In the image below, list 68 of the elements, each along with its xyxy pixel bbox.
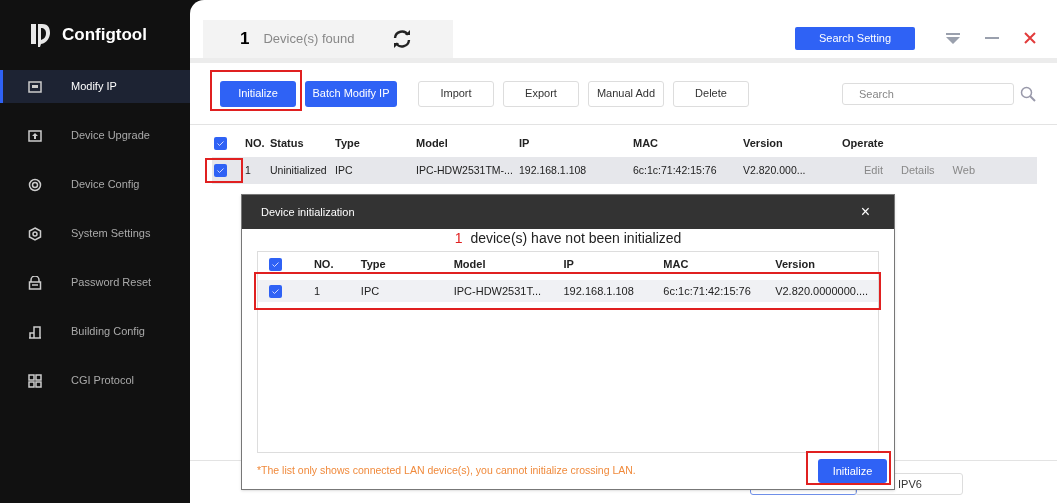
- target-icon: [28, 177, 42, 192]
- column-header: NO.: [313, 256, 335, 272]
- toolbar-button[interactable]: Manual Add: [588, 80, 664, 107]
- ip-icon: [28, 79, 42, 94]
- table-cell-text: IPC-HDW2531TM-...: [416, 162, 514, 178]
- column-header: MAC: [633, 135, 660, 151]
- column-header: Version: [743, 135, 784, 151]
- search-setting-button[interactable]: Search Setting: [795, 27, 915, 50]
- dialog-title: Device initialization: [261, 204, 355, 220]
- device-count: 1: [240, 28, 250, 51]
- table-cell-text: IPC-HDW2531T...: [453, 283, 543, 299]
- logo-icon: [30, 22, 50, 48]
- column-header: IP: [563, 256, 575, 272]
- column-header: Operate: [842, 135, 885, 151]
- column-header: NO.: [245, 135, 266, 151]
- table-row[interactable]: 1 IPC IPC-HDW2531T... 192.168.1.108 6c:1c:71:42:15:76 V2.820.0000000....: [258, 280, 878, 302]
- column-header: Model: [416, 135, 449, 151]
- table-cell-text: 192.168.1.108: [519, 162, 588, 178]
- search-field[interactable]: Search: [842, 82, 1014, 105]
- close-icon[interactable]: [1024, 32, 1036, 44]
- column-header: Status: [270, 135, 305, 151]
- checkbox[interactable]: [269, 284, 282, 298]
- table-cell-text: V2.820.0000000....: [775, 283, 870, 299]
- building-icon: [28, 324, 42, 339]
- table-row[interactable]: 1 Uninitialized IPC IPC-HDW2531TM-... 192.168.1.108 6c:1c:71:42:15:76 V2.820.000... Edit Details Web: [212, 157, 1037, 184]
- column-header: IP: [519, 135, 531, 151]
- hexagon-icon: [28, 226, 42, 241]
- upload-icon: [28, 128, 42, 143]
- column-header: Type: [335, 135, 361, 151]
- app-title: Configtool: [62, 24, 147, 47]
- dialog-summary: 1 device(s) have not been initialized: [454, 229, 682, 248]
- table-cell-text: 1: [245, 162, 252, 178]
- toolbar-button[interactable]: Import: [418, 80, 494, 107]
- search-icon[interactable]: [1020, 85, 1036, 102]
- sidebar-item[interactable]: Modify IP: [0, 70, 190, 103]
- sidebar-item[interactable]: Building Config: [0, 315, 190, 348]
- sidebar-item[interactable]: Password Reset: [0, 266, 190, 299]
- close-button[interactable]: ×: [860, 204, 870, 220]
- column-header: Version: [775, 256, 816, 272]
- checkbox[interactable]: [214, 164, 227, 177]
- grid-icon: [28, 373, 42, 388]
- column-header: MAC: [663, 256, 690, 272]
- initialize-button[interactable]: Initialize: [818, 459, 887, 484]
- filter-icon[interactable]: [946, 33, 960, 44]
- toolbar-button[interactable]: Export: [503, 80, 579, 107]
- table-cell-text: 6c:1c:71:42:15:76: [663, 283, 752, 299]
- checkbox[interactable]: [214, 136, 227, 150]
- table-cell-text: 6c:1c:71:42:15:76: [633, 162, 718, 178]
- table-cell-text: IPC: [335, 162, 354, 178]
- lock-icon: [28, 275, 42, 290]
- sidebar-item[interactable]: Device Config: [0, 168, 190, 201]
- sidebar-item[interactable]: Device Upgrade: [0, 119, 190, 152]
- device-count-label: Device(s) found: [263, 30, 355, 49]
- dialog-note: *The list only shows connected LAN device(s), you cannot initialize crossing LAN.: [257, 462, 637, 478]
- table-cell-text: 1: [313, 283, 322, 299]
- table-cell-text: Uninitialized: [270, 162, 328, 178]
- toolbar-button[interactable]: Initialize: [220, 80, 296, 107]
- table-cell-text: V2.820.000...: [743, 162, 807, 178]
- sidebar-item[interactable]: CGI Protocol: [0, 364, 190, 397]
- column-header: Type: [360, 256, 387, 272]
- refresh-icon[interactable]: [391, 30, 412, 48]
- table-cell-text: 192.168.1.108: [563, 283, 635, 299]
- sidebar-item[interactable]: System Settings: [0, 217, 190, 250]
- column-header: Model: [453, 256, 487, 272]
- toolbar-button[interactable]: Delete: [673, 80, 749, 107]
- checkbox[interactable]: [269, 257, 282, 271]
- table-cell-text: IPC: [360, 283, 381, 299]
- toolbar-button[interactable]: Batch Modify IP: [305, 80, 397, 107]
